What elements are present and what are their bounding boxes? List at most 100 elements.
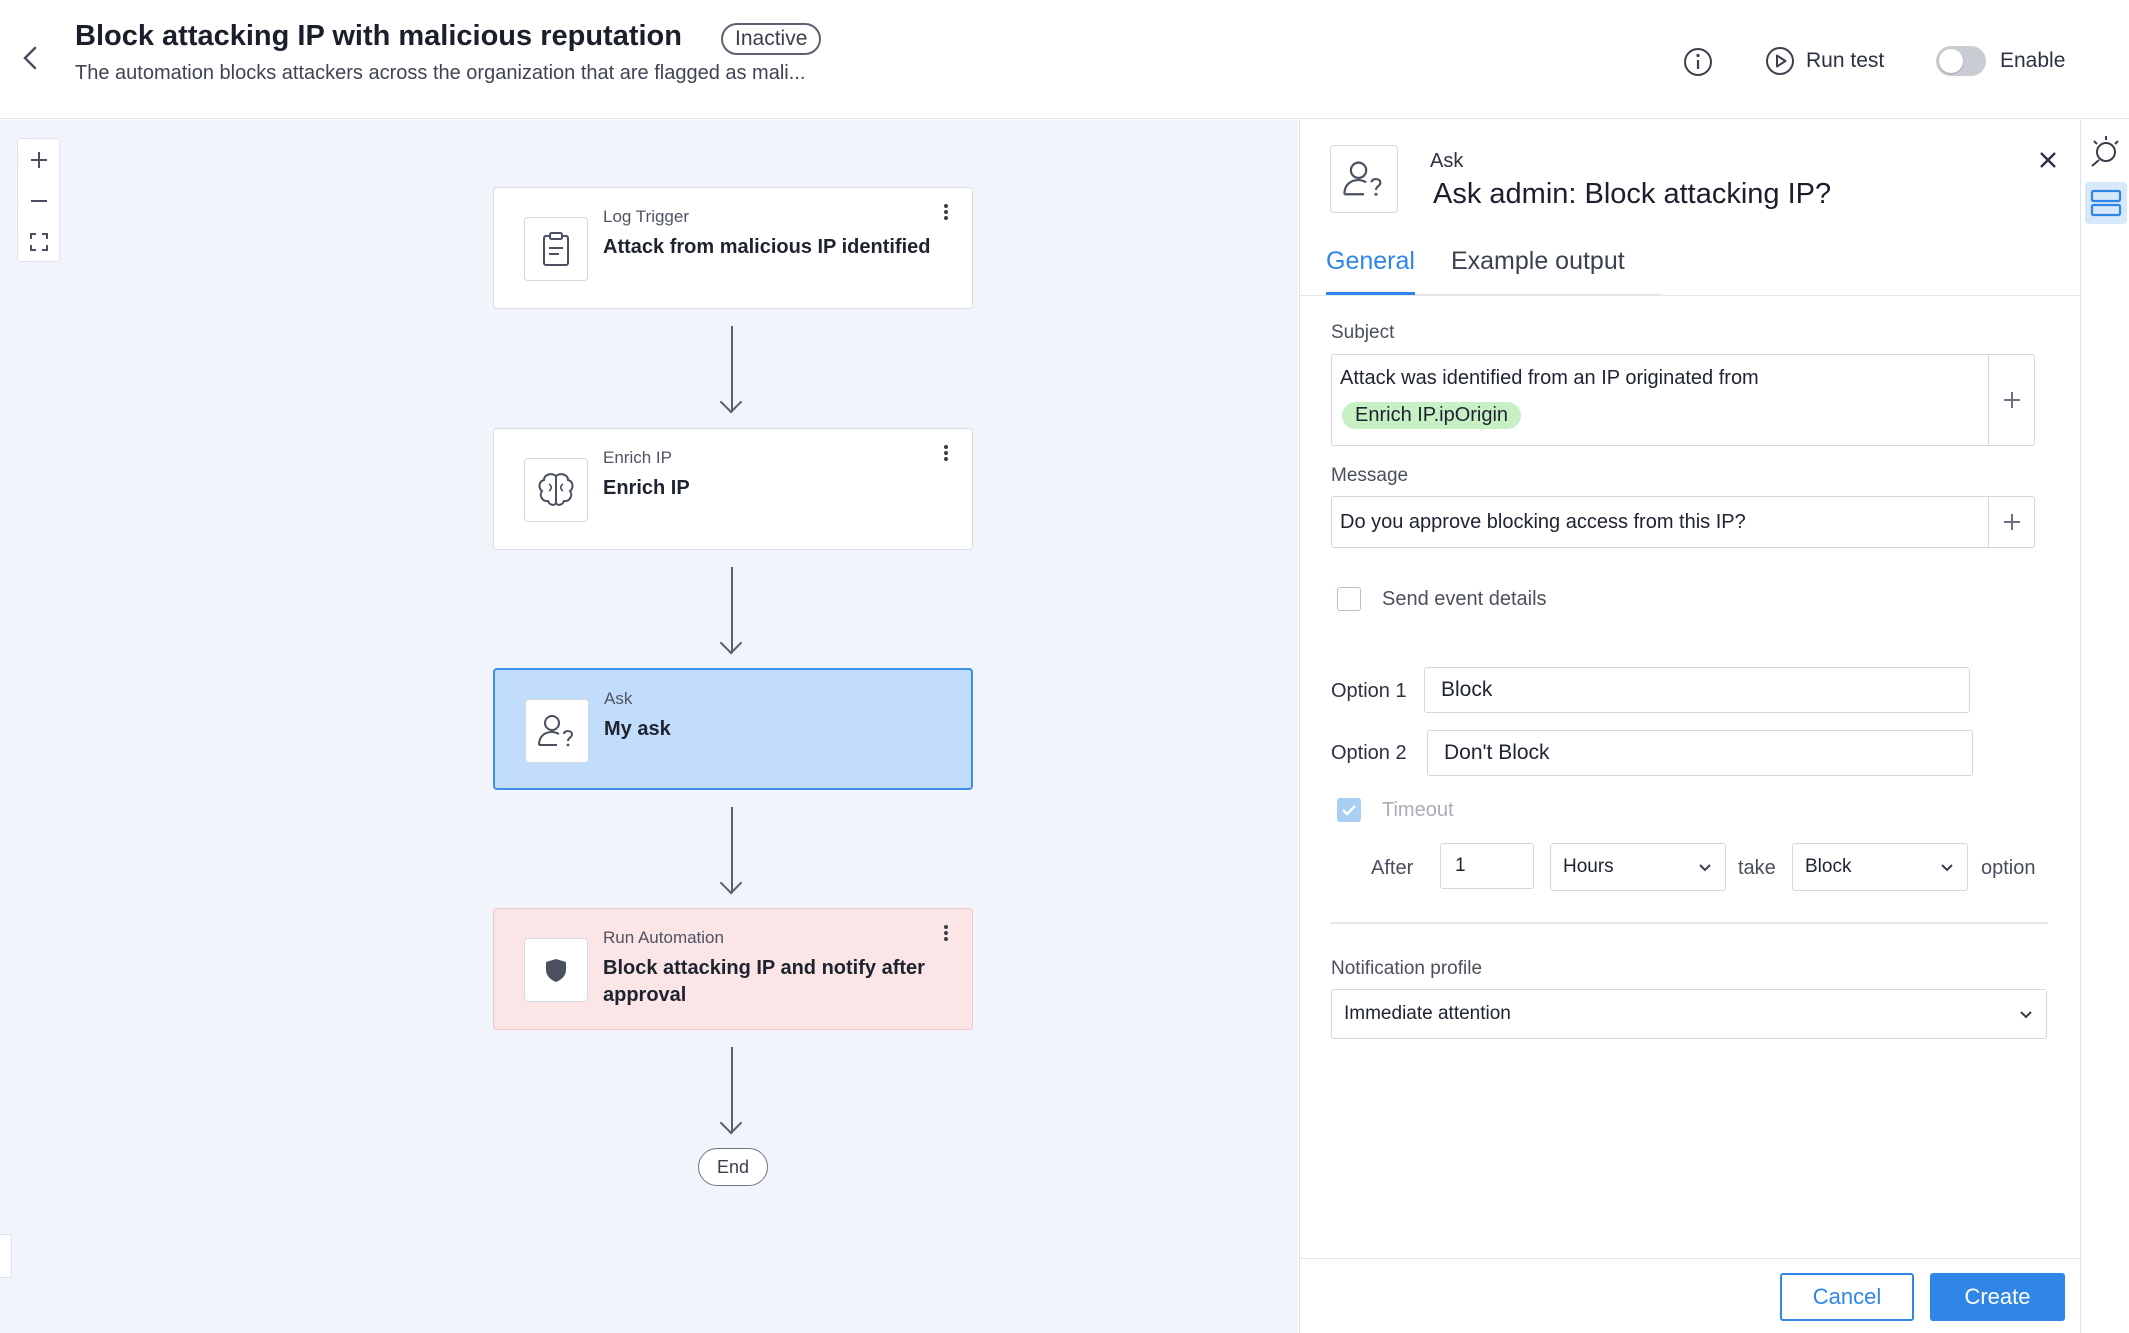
page-subtitle: The automation blocks attackers across t… [75, 62, 806, 84]
message-label: Message [1331, 465, 1409, 486]
panel-node-type: Ask [1430, 150, 1464, 172]
more-vertical-icon [940, 925, 952, 941]
more-vertical-icon [940, 204, 952, 220]
flow-canvas[interactable]: Log Trigger Attack from malicious IP ide… [0, 120, 1298, 1333]
panel-title: Ask admin: Block attacking IP? [1433, 178, 1832, 210]
user-question-icon [538, 715, 574, 747]
node-name: Enrich IP [603, 477, 690, 499]
notification-profile-label: Notification profile [1331, 958, 1483, 979]
flow-node-ask[interactable]: Ask My ask [493, 668, 973, 790]
message-insert-button[interactable] [1988, 497, 2034, 547]
timeout-action-select[interactable]: Block [1792, 843, 1968, 891]
flow-connector [731, 807, 733, 893]
flow-connector [731, 326, 733, 412]
subject-label: Subject [1331, 322, 1395, 343]
run-test-button[interactable]: Run test [1764, 44, 1884, 78]
panel-tabs: General Example output [1326, 240, 1661, 295]
enable-toggle[interactable] [1936, 46, 1986, 76]
message-text: Do you approve blocking access from this… [1340, 511, 1746, 533]
play-circle-icon [1766, 47, 1794, 75]
option2-input[interactable]: Don't Block [1427, 730, 1973, 776]
subject-text: Attack was identified from an IP origina… [1340, 367, 1759, 389]
timeout-unit-select[interactable]: Hours [1550, 843, 1726, 891]
notification-profile-value: Immediate attention [1344, 1003, 1511, 1024]
page-header: Block attacking IP with malicious reputa… [0, 0, 2129, 119]
enable-label: Enable [2000, 49, 2066, 72]
subject-insert-button[interactable] [1988, 355, 2034, 445]
node-name: Block attacking IP and notify after appr… [603, 957, 925, 1006]
flow-connector [731, 567, 733, 653]
fit-view-button[interactable] [18, 221, 59, 262]
option1-label: Option 1 [1331, 680, 1407, 702]
zoom-controls [17, 138, 60, 262]
node-menu-button[interactable] [940, 443, 952, 465]
plus-icon [30, 151, 47, 168]
clipboard-icon [543, 232, 569, 266]
node-name: My ask [604, 718, 671, 740]
page-title: Block attacking IP with malicious reputa… [75, 20, 682, 52]
create-button[interactable]: Create [1930, 1273, 2065, 1321]
flow-node-log-trigger[interactable]: Log Trigger Attack from malicious IP ide… [493, 187, 973, 309]
bug-icon [2091, 136, 2119, 167]
flow-node-run-automation[interactable]: Run Automation Block attacking IP and no… [493, 908, 973, 1030]
cancel-button[interactable]: Cancel [1780, 1273, 1914, 1321]
option-suffix-label: option [1981, 857, 2036, 879]
close-icon [2040, 152, 2056, 168]
user-question-icon [1343, 161, 1382, 196]
status-badge: Inactive [721, 23, 822, 55]
option2-label: Option 2 [1331, 742, 1407, 764]
notification-profile-select[interactable]: Immediate attention [1331, 989, 2047, 1039]
take-label: take [1738, 857, 1776, 879]
rail-debug-button[interactable] [2085, 130, 2127, 172]
send-event-details-checkbox[interactable] [1337, 587, 1361, 611]
info-icon [1684, 48, 1712, 76]
check-icon [1342, 805, 1356, 816]
zoom-in-button[interactable] [18, 139, 59, 180]
chevron-down-icon [1699, 864, 1711, 872]
timeout-amount-input[interactable]: 1 [1440, 843, 1534, 889]
tab-general[interactable]: General [1326, 240, 1415, 295]
after-label: After [1371, 857, 1414, 879]
left-panel-handle[interactable] [0, 1234, 12, 1278]
chevron-down-icon [1941, 864, 1953, 872]
timeout-unit-value: Hours [1563, 856, 1614, 877]
flow-node-enrich-ip[interactable]: Enrich IP Enrich IP [493, 428, 973, 550]
minus-icon [30, 199, 47, 202]
node-type: Run Automation [603, 928, 724, 947]
back-button[interactable] [16, 40, 44, 76]
run-test-label: Run test [1806, 49, 1885, 72]
plus-icon [2003, 514, 2020, 530]
zoom-out-button[interactable] [18, 180, 59, 221]
subject-variable-chip[interactable]: Enrich IP.ipOrigin [1342, 402, 1522, 429]
node-type: Ask [604, 689, 633, 708]
fullscreen-icon [29, 232, 48, 251]
close-panel-button[interactable] [2030, 142, 2066, 178]
flow-connector [731, 1047, 733, 1133]
node-type: Log Trigger [603, 207, 689, 226]
shield-icon [546, 959, 566, 982]
brain-icon [538, 473, 574, 506]
chevron-left-icon [23, 46, 37, 70]
send-event-details-label: Send event details [1382, 588, 1547, 610]
timeout-action-value: Block [1805, 856, 1852, 877]
right-rail [2080, 120, 2129, 1333]
node-menu-button[interactable] [940, 202, 952, 224]
timeout-label: Timeout [1382, 799, 1454, 821]
tab-example-output[interactable]: Example output [1451, 240, 1625, 295]
subject-field[interactable]: Attack was identified from an IP origina… [1331, 354, 2035, 446]
node-menu-button[interactable] [940, 923, 952, 945]
info-button[interactable] [1682, 46, 1714, 78]
message-field[interactable]: Do you approve blocking access from this… [1331, 496, 2035, 548]
node-name: Attack from malicious IP identified [603, 236, 931, 258]
rail-layout-button[interactable] [2085, 182, 2127, 224]
timeout-checkbox[interactable] [1337, 798, 1361, 822]
option1-input[interactable]: Block [1424, 667, 1970, 713]
more-vertical-icon [940, 445, 952, 461]
node-config-panel: Ask Ask admin: Block attacking IP? Gener… [1299, 120, 2080, 1333]
node-type: Enrich IP [603, 448, 672, 467]
flow-end-node: End [698, 1148, 768, 1186]
chevron-down-icon [2020, 1011, 2032, 1019]
enable-control: Enable [1936, 44, 2065, 78]
plus-icon [2003, 392, 2020, 408]
layout-rows-icon [2090, 189, 2122, 217]
